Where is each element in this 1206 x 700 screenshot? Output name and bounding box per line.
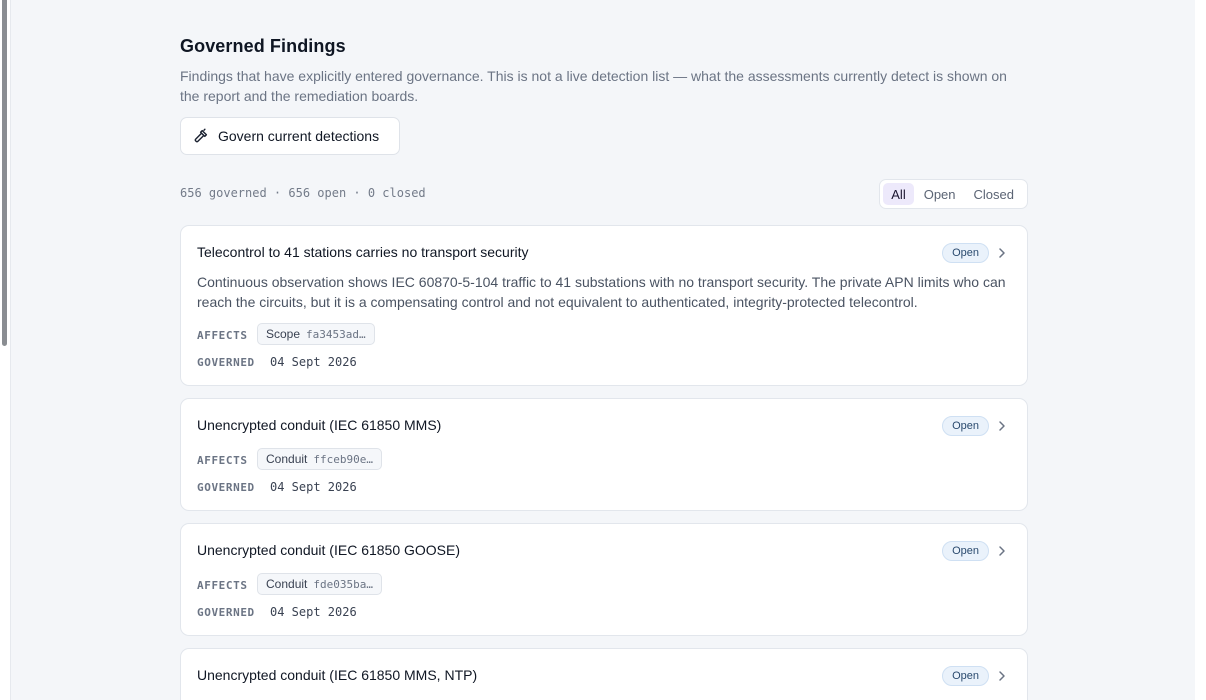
finding-card[interactable]: Unencrypted conduit (IEC 61850 MMS, NTP)… (180, 648, 1028, 700)
chevron-right-icon[interactable] (995, 669, 1009, 683)
governed-date: 04 Sept 2026 (270, 355, 357, 369)
affects-type: Scope (266, 327, 301, 341)
finding-title: Unencrypted conduit (IEC 61850 GOOSE) (197, 542, 461, 558)
affects-chip[interactable]: Conduit ffceb90e… (257, 448, 382, 470)
filter-all[interactable]: All (883, 183, 914, 205)
finding-card[interactable]: Telecontrol to 41 stations carries no tr… (180, 225, 1028, 386)
chevron-right-icon[interactable] (995, 544, 1009, 558)
govern-current-detections-button[interactable]: Govern current detections (180, 117, 400, 155)
affects-type: Conduit (266, 452, 308, 466)
finding-title: Unencrypted conduit (IEC 61850 MMS, NTP) (197, 667, 478, 683)
affects-type: Conduit (266, 577, 308, 591)
affects-id: fde035ba… (313, 577, 373, 591)
status-badge: Open (942, 666, 989, 686)
chevron-right-icon[interactable] (995, 246, 1009, 260)
chevron-right-icon[interactable] (995, 419, 1009, 433)
finding-card[interactable]: Unencrypted conduit (IEC 61850 MMS) Open… (180, 398, 1028, 511)
finding-card[interactable]: Unencrypted conduit (IEC 61850 GOOSE) Op… (180, 523, 1028, 636)
page-title: Governed Findings (180, 36, 346, 56)
governance-stats: 656 governed · 656 open · 0 closed (180, 186, 426, 200)
page-description: Findings that have explicitly entered go… (180, 68, 1007, 104)
governed-date: 04 Sept 2026 (270, 605, 357, 619)
affects-label: AFFECTS (197, 329, 248, 342)
affects-chip[interactable]: Scope fa3453ad… (257, 323, 375, 345)
governed-label: GOVERNED (197, 606, 255, 619)
governed-label: GOVERNED (197, 356, 255, 369)
status-badge: Open (942, 541, 989, 561)
status-filter-group: All Open Closed (879, 179, 1028, 209)
affects-label: AFFECTS (197, 454, 248, 467)
right-panel-edge (1195, 0, 1206, 700)
hammer-icon (194, 128, 208, 143)
governed-label: GOVERNED (197, 481, 255, 494)
affects-id: fa3453ad… (306, 327, 366, 341)
finding-title: Telecontrol to 41 stations carries no tr… (197, 244, 529, 260)
govern-button-label: Govern current detections (218, 128, 380, 144)
finding-title: Unencrypted conduit (IEC 61850 MMS) (197, 417, 442, 433)
affects-chip[interactable]: Conduit fde035ba… (257, 573, 382, 595)
status-badge: Open (942, 243, 989, 263)
sidebar-scrollbar[interactable] (2, 0, 7, 346)
filter-closed[interactable]: Closed (966, 183, 1022, 205)
filter-open[interactable]: Open (916, 183, 964, 205)
finding-description: Continuous observation shows IEC 60870-5… (197, 274, 1006, 310)
status-badge: Open (942, 416, 989, 436)
affects-id: ffceb90e… (313, 452, 373, 466)
affects-label: AFFECTS (197, 579, 248, 592)
governed-date: 04 Sept 2026 (270, 480, 357, 494)
